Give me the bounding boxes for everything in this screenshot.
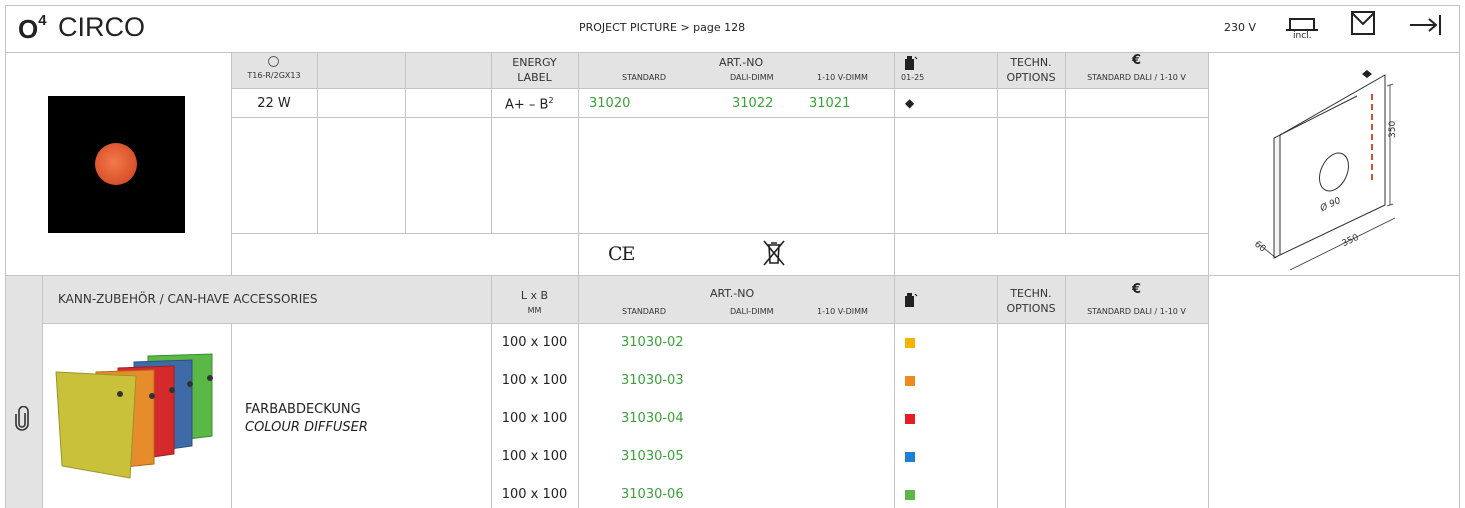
art-no-header: ART.-NO [719, 56, 764, 69]
dim-header: L x B [520, 289, 549, 302]
dim-unit: MM [527, 306, 542, 315]
colour-swatch-yellow [905, 338, 915, 348]
art-link[interactable]: 31030-06 [621, 487, 684, 502]
acc-techn-line1: TECHN. [1010, 287, 1052, 300]
arrow-right-bar-icon[interactable] [1408, 12, 1442, 38]
acc-art-no-header: ART.-NO [710, 287, 755, 300]
colour-swatch-blue [905, 452, 915, 462]
col-standard: STANDARD [622, 73, 667, 82]
size-cell: 100 x 100 [501, 449, 568, 464]
acc-battery-icon [904, 292, 918, 308]
col-110v: 1-10 V-DIMM [817, 73, 868, 82]
size-cell: 100 x 100 [501, 487, 568, 502]
art-dali-link[interactable]: 31022 [732, 96, 773, 111]
art-link[interactable]: 31030-04 [621, 411, 684, 426]
accessories-title: KANN-ZUBEHÖR / CAN-HAVE ACCESSORIES [58, 292, 318, 306]
lamp-type-label: T16-R/2GX13 [247, 71, 301, 80]
dim-height: 350 [1388, 120, 1398, 138]
energy-label-line2: LABEL [517, 71, 552, 84]
orange-light-disc [95, 143, 137, 185]
colour-swatch-green [905, 490, 915, 500]
techn-line1: TECHN. [1010, 56, 1052, 69]
acc-euro-icon: € [1131, 282, 1142, 297]
colour-swatch-orange [905, 376, 915, 386]
emergency-battery-icon [904, 55, 918, 71]
colour-diffuser-photo [50, 350, 225, 480]
art-110v-link[interactable]: 31021 [809, 96, 850, 111]
project-picture-link[interactable]: PROJECT PICTURE > page 128 [579, 21, 745, 34]
emergency-diamond-mark: ◆ [905, 96, 915, 110]
energy-label-line1: ENERGY [512, 56, 557, 69]
size-cell: 100 x 100 [501, 373, 568, 388]
acc-price-columns: STANDARD DALI / 1-10 V [1087, 307, 1186, 316]
price-columns: STANDARD DALI / 1-10 V [1087, 73, 1186, 82]
acc-col-110v: 1-10 V-DIMM [817, 307, 868, 316]
art-link[interactable]: 31030-03 [621, 373, 684, 388]
product-title: CIRCO [58, 12, 145, 42]
energy-class-cell: A+ – B2 [505, 96, 554, 113]
item-name-de: FARBABDECKUNG [245, 402, 361, 417]
size-cell: 100 x 100 [501, 411, 568, 426]
techn-line2: OPTIONS [1006, 71, 1056, 84]
ce-mark: CE [608, 243, 635, 265]
crossed-bin-icon [762, 239, 786, 267]
paperclip-icon[interactable] [14, 405, 30, 432]
art-link[interactable]: 31030-05 [621, 449, 684, 464]
colour-swatch-red [905, 414, 915, 424]
battery-range: 01-25 [901, 73, 925, 82]
bulb-outline-icon [268, 56, 279, 67]
wattage-cell: 22 W [257, 96, 291, 111]
item-name-en: COLOUR DIFFUSER [245, 420, 368, 435]
acc-col-standard: STANDARD [622, 307, 667, 316]
art-link[interactable]: 31030-02 [621, 335, 684, 350]
acc-col-dali: DALI-DIMM [730, 307, 774, 316]
euro-price-icon: € [1131, 53, 1142, 68]
brand-logo: O4 [18, 12, 47, 44]
size-cell: 100 x 100 [501, 335, 568, 350]
transformer-incl-icon: incl. [1284, 10, 1320, 44]
col-dali: DALI-DIMM [730, 73, 774, 82]
art-standard-link[interactable]: 31020 [589, 96, 630, 111]
product-photo [48, 96, 185, 233]
voltage-label: 230 V [1224, 21, 1257, 34]
incl-label: incl. [1293, 31, 1312, 41]
mail-envelope-icon[interactable] [1350, 10, 1376, 36]
acc-techn-line2: OPTIONS [1006, 302, 1056, 315]
technical-drawing: 350 Ø 90 350 60 [1230, 60, 1445, 271]
